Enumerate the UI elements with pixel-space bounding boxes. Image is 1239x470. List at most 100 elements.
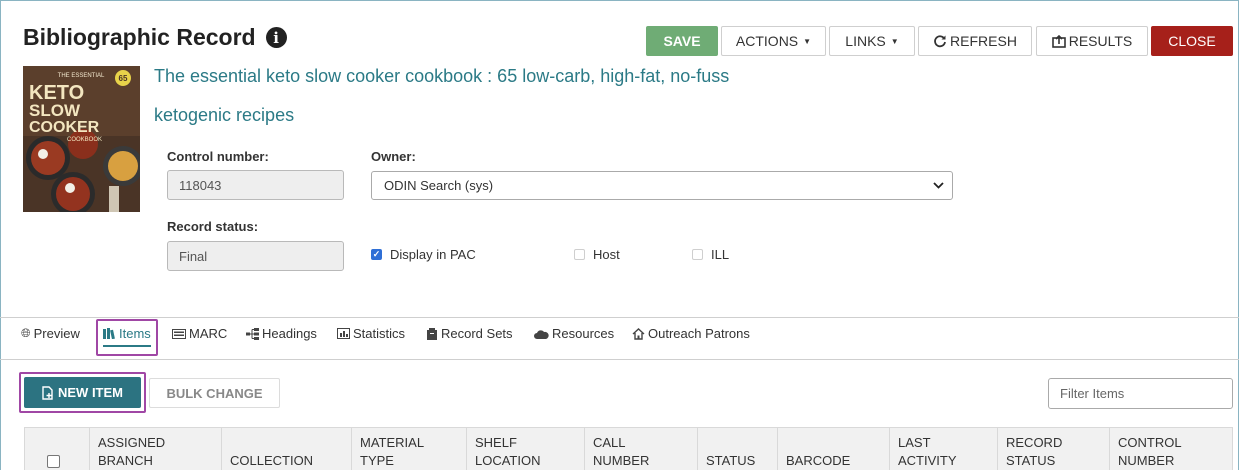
tab-preview[interactable]: 🌐︎ Preview (21, 326, 80, 341)
cloud-icon (534, 329, 549, 339)
column-label: SHELF (475, 435, 517, 450)
globe-icon: 🌐︎ (21, 326, 31, 340)
owner-label: Owner: (371, 149, 416, 164)
tab-resources[interactable]: Resources (534, 326, 614, 341)
bulk-change-label: BULK CHANGE (166, 385, 263, 401)
tab-label: Resources (552, 326, 615, 341)
sitemap-icon (246, 327, 259, 340)
refresh-button[interactable]: REFRESH (918, 26, 1032, 56)
column-label: STATUS (706, 453, 756, 468)
column-label: LAST (898, 435, 931, 450)
tab-label: Outreach Patrons (648, 326, 750, 341)
checkbox-checked-icon[interactable]: ✓ (371, 249, 382, 260)
close-label: CLOSE (1168, 33, 1216, 49)
display-in-pac-checkbox[interactable]: ✓ Display in PAC (371, 247, 476, 262)
cover-text-5: COOKBOOK (67, 137, 102, 143)
column-label: NUMBER (1118, 453, 1175, 468)
bulk-change-button[interactable]: BULK CHANGE (149, 378, 280, 408)
refresh-icon (934, 35, 946, 48)
caret-down-icon: ▼ (803, 36, 812, 46)
caret-down-icon: ▼ (890, 36, 899, 46)
column-record-status[interactable]: RECORD STATUS (997, 428, 1109, 470)
host-label: Host (593, 247, 620, 262)
column-label: RECORD (1006, 435, 1063, 450)
column-label: CALL (593, 435, 626, 450)
record-status-field: Final (167, 241, 344, 271)
tabs-divider-bottom (0, 359, 1239, 360)
ill-checkbox[interactable]: ILL (692, 247, 729, 262)
column-label: COLLECTION (230, 453, 314, 468)
ill-label: ILL (711, 247, 730, 262)
links-dropdown-button[interactable]: LINKS ▼ (829, 26, 915, 56)
column-assigned-branch[interactable]: ASSIGNED BRANCH (89, 428, 222, 470)
page-title-area: Bibliographic Record i (23, 24, 287, 51)
filter-items-input[interactable]: Filter Items (1048, 378, 1233, 409)
record-title-line-1[interactable]: The essential keto slow cooker cookbook … (154, 66, 754, 87)
tab-outreach-patrons[interactable]: Outreach Patrons (632, 326, 750, 341)
tab-label: Statistics (353, 326, 406, 341)
column-collection[interactable]: COLLECTION (221, 428, 351, 470)
cover-text-3: SLOW (29, 101, 81, 120)
select-all-checkbox[interactable] (47, 455, 60, 468)
owner-selected-value: ODIN Search (sys) (384, 178, 494, 193)
tabs-divider-top (0, 317, 1239, 318)
column-label: BARCODE (786, 453, 851, 468)
record-title-line-2[interactable]: ketogenic recipes (154, 105, 754, 126)
results-icon (1051, 34, 1066, 48)
column-label: LOCATION (475, 453, 541, 468)
tab-record-sets[interactable]: Record Sets (426, 326, 513, 341)
tab-label: Headings (262, 326, 317, 341)
display-in-pac-label: Display in PAC (390, 247, 476, 262)
refresh-label: REFRESH (950, 33, 1017, 49)
column-barcode[interactable]: BARCODE (777, 428, 890, 470)
column-material-type[interactable]: MATERIAL TYPE (351, 428, 466, 470)
tab-label: Preview (33, 326, 80, 341)
column-label: ACTIVITY (898, 453, 957, 468)
checkbox-unchecked-icon[interactable] (692, 249, 703, 260)
column-label: MATERIAL (360, 435, 425, 450)
links-label: LINKS (845, 33, 886, 49)
tab-headings[interactable]: Headings (246, 326, 317, 341)
column-label: BRANCH (98, 453, 153, 468)
tab-marc[interactable]: MARC (172, 326, 227, 341)
filter-items-placeholder: Filter Items (1060, 386, 1125, 401)
actions-dropdown-button[interactable]: ACTIONS ▼ (721, 26, 826, 56)
record-status-label: Record status: (167, 219, 259, 234)
highlight-new-item-button (19, 372, 146, 413)
column-last-activity[interactable]: LAST ACTIVITY (889, 428, 997, 470)
results-label: RESULTS (1068, 33, 1133, 49)
column-label: ASSIGNED (98, 435, 166, 450)
info-icon[interactable]: i (265, 27, 287, 48)
highlight-items-tab (96, 319, 158, 356)
tab-statistics[interactable]: Statistics (337, 326, 405, 341)
tab-label: MARC (189, 326, 228, 341)
cover-badge: 65 (119, 74, 128, 83)
cover-text-1: THE ESSENTIAL (58, 73, 105, 79)
checkbox-unchecked-icon[interactable] (574, 249, 585, 260)
keyboard-icon (172, 328, 186, 339)
page-title: Bibliographic Record (23, 24, 256, 50)
column-control-number[interactable]: CONTROL NUMBER (1109, 428, 1233, 470)
column-shelf-location[interactable]: SHELF LOCATION (466, 428, 584, 470)
save-label: SAVE (663, 33, 701, 49)
host-checkbox[interactable]: Host (574, 247, 620, 262)
results-button[interactable]: RESULTS (1036, 26, 1148, 56)
actions-label: ACTIONS (735, 33, 799, 49)
close-button[interactable]: CLOSE (1151, 26, 1233, 56)
save-button[interactable]: SAVE (646, 26, 718, 56)
archive-icon (427, 327, 437, 340)
column-label: CONTROL (1118, 435, 1182, 450)
home-icon (632, 327, 645, 340)
cover-text-4: COOKER (29, 119, 100, 136)
book-cover-image: THE ESSENTIAL KETO SLOW COOKER COOKBOOK … (23, 66, 140, 212)
chevron-down-icon (933, 182, 944, 189)
column-label: STATUS (1006, 453, 1056, 468)
control-number-field: 118043 (167, 170, 344, 200)
column-call-number[interactable]: CALL NUMBER (584, 428, 697, 470)
items-grid-header: ASSIGNED BRANCH COLLECTION MATERIAL TYPE S… (24, 427, 1233, 470)
owner-select[interactable]: ODIN Search (sys) (371, 171, 953, 200)
column-status[interactable]: STATUS (697, 428, 777, 470)
tab-label: Record Sets (441, 326, 513, 341)
column-label: NUMBER (593, 453, 650, 468)
column-label: TYPE (360, 453, 394, 468)
